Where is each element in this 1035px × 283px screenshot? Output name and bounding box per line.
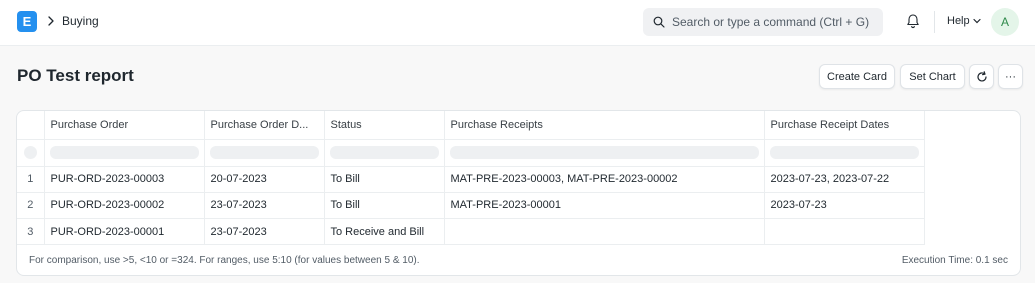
app-logo[interactable]: E (17, 11, 37, 32)
filter-row (17, 139, 925, 167)
filter-input-purchase-receipt-dates[interactable] (764, 139, 925, 167)
set-chart-button[interactable]: Set Chart (900, 64, 965, 89)
cell-purchase-order[interactable]: PUR-ORD-2023-00001 (44, 218, 205, 246)
column-header-purchase-order[interactable]: Purchase Order (44, 111, 205, 140)
table-row[interactable]: 2 PUR-ORD-2023-00002 23-07-2023 To Bill … (17, 192, 925, 220)
row-number: 2 (17, 192, 45, 220)
table-row[interactable]: 3 PUR-ORD-2023-00001 23-07-2023 To Recei… (17, 218, 925, 246)
execution-time: Execution Time: 0.1 sec (901, 255, 1008, 266)
chevron-down-icon (973, 18, 981, 24)
cell-purchase-order[interactable]: PUR-ORD-2023-00002 (44, 192, 205, 220)
column-header-purchase-order-date[interactable]: Purchase Order D... (204, 111, 325, 140)
filter-checkbox[interactable] (17, 139, 45, 167)
search-icon (653, 16, 665, 28)
cell-purchase-receipts[interactable] (444, 218, 765, 246)
filter-input-purchase-receipts[interactable] (444, 139, 765, 167)
row-number: 3 (17, 218, 45, 246)
user-avatar[interactable]: A (991, 8, 1019, 36)
create-card-button[interactable]: Create Card (819, 64, 895, 89)
cell-purchase-receipt-dates[interactable]: 2023-07-23, 2023-07-22 (764, 166, 925, 193)
chevron-right-icon (48, 16, 54, 26)
breadcrumb-buying[interactable]: Buying (62, 14, 99, 28)
filter-input-status[interactable] (324, 139, 445, 167)
refresh-button[interactable] (969, 64, 994, 89)
search-input[interactable]: Search or type a command (Ctrl + G) (672, 15, 869, 29)
cell-purchase-receipts[interactable]: MAT-PRE-2023-00001 (444, 192, 765, 220)
navbar: E Buying Search or type a command (Ctrl … (0, 0, 1035, 46)
row-number: 1 (17, 166, 45, 193)
table-header-row: Purchase Order Purchase Order D... Statu… (17, 111, 925, 140)
column-header-purchase-receipts[interactable]: Purchase Receipts (444, 111, 765, 140)
cell-purchase-receipt-dates[interactable]: 2023-07-23 (764, 192, 925, 220)
more-options-button[interactable]: ··· (998, 64, 1023, 89)
refresh-icon (976, 70, 987, 82)
report-card: Purchase Order Purchase Order D... Statu… (16, 110, 1021, 276)
navbar-divider (934, 11, 935, 33)
table-row[interactable]: 1 PUR-ORD-2023-00003 20-07-2023 To Bill … (17, 166, 925, 193)
help-label: Help (947, 15, 970, 27)
column-header-purchase-receipt-dates[interactable]: Purchase Receipt Dates (764, 111, 925, 140)
cell-status[interactable]: To Bill (324, 166, 445, 193)
cell-status[interactable]: To Receive and Bill (324, 218, 445, 246)
filter-help-note: For comparison, use >5, <10 or =324. For… (29, 255, 420, 266)
cell-purchase-receipts[interactable]: MAT-PRE-2023-00003, MAT-PRE-2023-00002 (444, 166, 765, 193)
report-table: Purchase Order Purchase Order D... Statu… (17, 111, 925, 246)
notification-bell-icon[interactable] (906, 13, 920, 29)
filter-input-purchase-order-date[interactable] (204, 139, 325, 167)
help-dropdown[interactable]: Help (947, 15, 981, 27)
cell-status[interactable]: To Bill (324, 192, 445, 220)
cell-purchase-order-date[interactable]: 20-07-2023 (204, 166, 325, 193)
cell-purchase-receipt-dates[interactable] (764, 218, 925, 246)
cell-purchase-order-date[interactable]: 23-07-2023 (204, 192, 325, 220)
filter-input-purchase-order[interactable] (44, 139, 205, 167)
cell-purchase-order-date[interactable]: 23-07-2023 (204, 218, 325, 246)
search-bar[interactable]: Search or type a command (Ctrl + G) (643, 8, 883, 36)
cell-purchase-order[interactable]: PUR-ORD-2023-00003 (44, 166, 205, 193)
page-title: PO Test report (17, 66, 134, 85)
row-number-header (17, 111, 45, 140)
column-header-status[interactable]: Status (324, 111, 445, 140)
